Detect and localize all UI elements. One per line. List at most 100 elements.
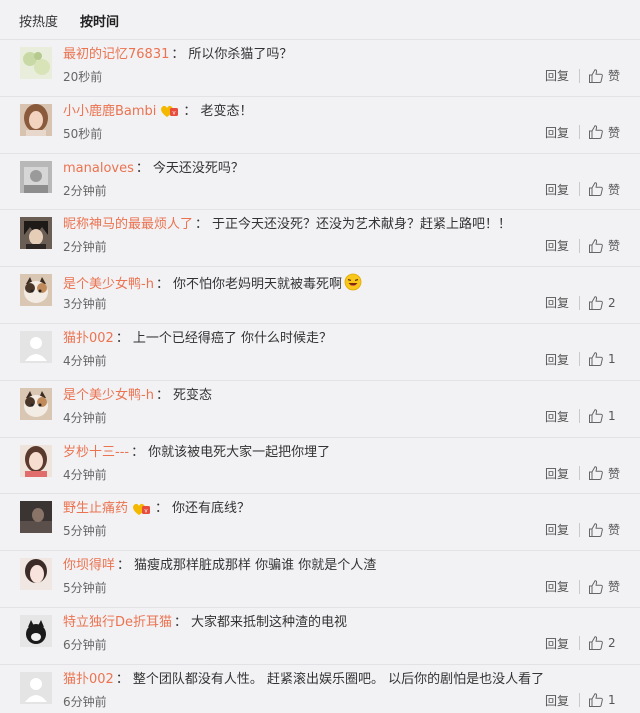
thumbs-up-icon <box>588 579 608 595</box>
username-link[interactable]: 是个美少女鸭-h <box>63 387 154 404</box>
avatar[interactable] <box>20 160 52 193</box>
like-button[interactable]: 赞 <box>588 521 620 538</box>
comment-actions: 回复 1 <box>545 408 620 425</box>
comment-time: 2分钟前 <box>63 183 107 198</box>
comment-item: manaloves：今天还没死吗？ 2分钟前 回复 赞 <box>0 152 640 210</box>
comment-time: 4分钟前 <box>63 353 107 368</box>
like-button[interactable]: 赞 <box>588 465 620 482</box>
comment-actions: 回复 赞 <box>545 578 620 595</box>
avatar[interactable] <box>20 47 52 79</box>
tab-by-hot[interactable]: 按热度 <box>19 11 58 30</box>
like-count: 赞 <box>607 125 620 140</box>
username-link[interactable]: manaloves <box>63 160 134 177</box>
like-button[interactable]: 2 <box>588 295 620 311</box>
username-link[interactable]: 岁杪十三--- <box>63 444 129 461</box>
colon-separator: ： <box>117 558 131 574</box>
reply-button[interactable]: 回复 <box>545 351 569 368</box>
like-count: 2 <box>608 295 616 310</box>
username-link[interactable]: 是个美少女鸭-h <box>63 276 154 293</box>
comment-actions: 回复 赞 <box>545 465 620 482</box>
comment-line: 岁杪十三---：你就该被电死大家一起把你埋了 <box>63 444 330 461</box>
reply-button[interactable]: 回复 <box>545 578 569 595</box>
comment-item: 岁杪十三---：你就该被电死大家一起把你埋了 4分钟前 回复 赞 <box>0 436 640 494</box>
divider <box>578 522 580 537</box>
reply-button[interactable]: 回复 <box>545 237 569 254</box>
avatar[interactable] <box>20 330 52 363</box>
comment-line: 小小鹿鹿Bambi v ：老变态！ <box>63 103 252 120</box>
username-link[interactable]: 猫扑002 <box>63 330 114 347</box>
avatar[interactable] <box>20 274 52 307</box>
username-link[interactable]: 昵称神马的最最烦人了 <box>63 216 193 233</box>
colon-separator: ： <box>155 277 169 293</box>
colon-separator: ： <box>171 47 185 62</box>
username-link[interactable]: 特立独行De折耳猫 <box>63 614 172 631</box>
like-button[interactable]: 1 <box>588 351 620 367</box>
like-count: 1 <box>608 693 616 708</box>
comment-actions: 回复 赞 <box>545 67 620 84</box>
comment-line: 猫扑002：上一个已经得癌了 你什么时候走？ <box>63 330 332 347</box>
tab-by-time[interactable]: 按时间 <box>80 11 119 30</box>
comment-time: 3分钟前 <box>63 297 107 312</box>
divider <box>579 295 580 310</box>
avatar[interactable] <box>20 103 52 136</box>
like-button[interactable]: 赞 <box>588 67 620 84</box>
comment-actions: 回复 1 <box>545 692 620 709</box>
like-button[interactable]: 赞 <box>588 237 620 254</box>
reply-button[interactable]: 回复 <box>545 124 569 141</box>
reply-button[interactable]: 回复 <box>545 521 569 538</box>
comment-item: 昵称神马的最最烦人了：于正今天还没死？还没为艺术献身？赶紧上路吧！！ 2分钟前 回复… <box>0 209 640 266</box>
username-link[interactable]: 最初的记忆76831 <box>63 46 169 63</box>
divider <box>579 636 580 651</box>
comment-line: 你坝得咩：猫瘦成那样脏成那样 你骗谁 你就是个人渣 <box>63 557 376 574</box>
like-button[interactable]: 2 <box>588 635 620 651</box>
comment-time: 20秒前 <box>63 70 103 84</box>
avatar[interactable] <box>20 444 52 477</box>
comment-actions: 回复 1 <box>545 351 620 368</box>
avatar[interactable] <box>20 387 52 420</box>
comment-line: 特立独行De折耳猫：大家都来抵制这种渣的电视 <box>63 614 347 631</box>
like-count: 2 <box>608 636 616 651</box>
comment-text: 你就该被电死大家一起把你埋了 <box>148 444 331 460</box>
username-link[interactable]: 小小鹿鹿Bambi <box>63 103 156 120</box>
svg-text:v: v <box>173 111 176 117</box>
comment-item: 猫扑002：整个团队都没有人性。 赶紧滚出娱乐圈吧。 以后你的剧怕是也没人看了 6… <box>0 663 640 713</box>
thumbs-up-icon <box>588 124 608 140</box>
username-link[interactable]: 猫扑002 <box>63 671 114 688</box>
reply-button[interactable]: 回复 <box>545 635 569 652</box>
like-button[interactable]: 赞 <box>588 124 620 141</box>
comment-actions: 回复 赞 <box>545 181 620 198</box>
reply-button[interactable]: 回复 <box>545 67 569 84</box>
comment-text: 老变态！ <box>200 103 253 119</box>
like-count: 赞 <box>607 466 620 481</box>
like-button[interactable]: 赞 <box>588 181 620 198</box>
avatar[interactable] <box>20 217 52 250</box>
comment-text: 今天还没死吗？ <box>152 160 244 176</box>
avatar[interactable] <box>20 671 52 704</box>
avatar[interactable] <box>20 558 52 591</box>
divider <box>578 125 580 140</box>
like-button[interactable]: 1 <box>588 692 620 708</box>
username-link[interactable]: 你坝得咩 <box>63 557 115 574</box>
thumbs-up-icon <box>588 351 608 367</box>
reply-button[interactable]: 回复 <box>545 294 569 311</box>
sort-tabs: 按热度 按时间 <box>0 0 640 40</box>
reply-button[interactable]: 回复 <box>545 181 569 198</box>
like-button[interactable]: 1 <box>588 408 620 424</box>
like-button[interactable]: 赞 <box>588 578 620 595</box>
avatar[interactable] <box>20 501 52 534</box>
comment-text: 你还有底线？ <box>172 501 251 517</box>
comment-list: 最初的记忆76831：所以你杀猫了吗？ 20秒前 回复赞小小鹿鹿Bambi v：老变态… <box>0 39 640 713</box>
comment-item: 野生止痛药 v ：你还有底线？ 5分钟前 回复 赞 <box>0 493 640 550</box>
divider <box>578 238 580 253</box>
comment-text: 整个团队都没有人性。 赶紧滚出娱乐圈吧。 以后你的剧怕是也没人看了 <box>132 671 545 687</box>
comment-line: 最初的记忆76831：所以你杀猫了吗？ <box>63 46 292 63</box>
avatar[interactable] <box>20 614 52 647</box>
like-count: 1 <box>608 409 616 424</box>
reply-button[interactable]: 回复 <box>545 692 569 709</box>
reply-button[interactable]: 回复 <box>545 465 569 482</box>
vip-badge-icon[interactable]: v <box>131 501 151 517</box>
username-link[interactable]: 野生止痛药 <box>63 500 128 517</box>
colon-separator: ： <box>155 387 169 403</box>
reply-button[interactable]: 回复 <box>545 408 569 425</box>
vip-badge-icon[interactable]: v <box>159 103 179 119</box>
